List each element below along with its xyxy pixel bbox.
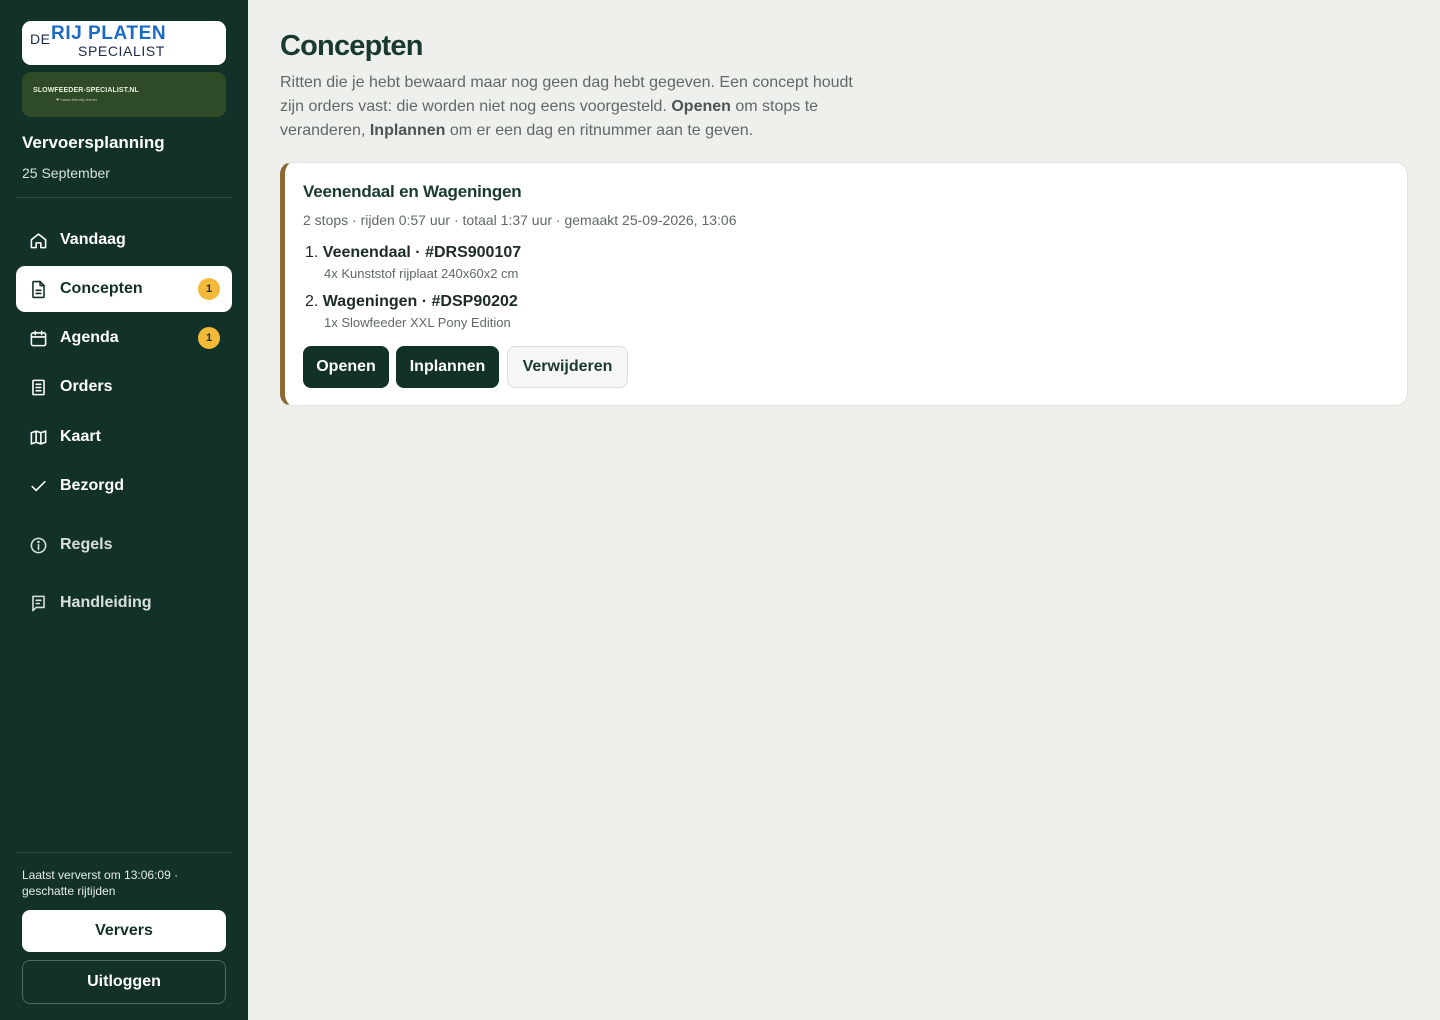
delete-button[interactable]: Verwijderen (507, 346, 628, 388)
check-icon (28, 476, 48, 496)
logo-specialist-text: SPECIALIST (78, 43, 165, 59)
intro-schedule-emphasis: Inplannen (369, 122, 446, 139)
stop-item: 1. Veenendaal · #DRS900107 4x Kunststof … (305, 244, 521, 281)
stop-item: 2. Wageningen · #DSP90202 1x Slowfeeder … (305, 293, 518, 330)
sidebar-item-label: Concepten (60, 280, 143, 297)
sidebar-item-bezorgd[interactable]: Bezorgd (16, 463, 232, 509)
intro-text: om er een dag en ritnummer aan te geven. (445, 122, 754, 139)
app-date: 25 September (22, 165, 110, 181)
intro-open-emphasis: Openen (671, 98, 731, 115)
stop-number: 1. (305, 244, 319, 261)
sidebar-item-regels[interactable]: Regels (16, 522, 232, 568)
sidebar-item-kaart[interactable]: Kaart (16, 414, 232, 460)
banner-text: SLOWFEEDER-SPECIALIST.NL (33, 87, 139, 94)
stop-number: 2. (305, 293, 319, 310)
stop-name: Wageningen · #DSP90202 (322, 293, 518, 310)
sidebar-item-label: Agenda (60, 329, 119, 346)
stop-detail: 1x Slowfeeder XXL Pony Edition (324, 315, 511, 330)
sidebar-item-label: Bezorgd (60, 477, 124, 494)
page-title: Concepten (280, 30, 423, 62)
refresh-status-text: Laatst ververst om 13:06:09 · geschatte … (22, 868, 179, 898)
logo-rij-text: RIJ (51, 23, 83, 44)
page-intro: Ritten die je hebt bewaard maar nog geen… (280, 71, 880, 143)
concept-meta: 2 stops · rijden 0:57 uur · totaal 1:37 … (303, 212, 737, 228)
info-icon (28, 535, 48, 555)
sidebar-item-vandaag[interactable]: Vandaag (16, 217, 232, 263)
sidebar-item-concepten[interactable]: Concepten 1 (16, 266, 232, 312)
slowfeeder-banner[interactable]: SLOWFEEDER-SPECIALIST.NL ❤ horse-friendl… (22, 72, 226, 117)
sidebar-divider (16, 197, 232, 198)
refresh-button[interactable]: Ververs (22, 910, 226, 952)
home-icon (28, 230, 48, 250)
book-icon (28, 593, 48, 613)
concept-card: Veenendaal en Wageningen 2 stops · rijde… (280, 162, 1408, 406)
stop-name: Veenendaal · #DRS900107 (322, 244, 522, 261)
schedule-button[interactable]: Inplannen (396, 346, 499, 388)
logo-de-text: DE (30, 31, 51, 47)
concept-title: Veenendaal en Wageningen (303, 182, 522, 201)
stop-detail: 4x Kunststof rijplaat 240x60x2 cm (324, 266, 519, 281)
brand-logo[interactable]: DE RIJ PLATEN SPECIALIST (22, 21, 226, 65)
sidebar-item-label: Orders (60, 378, 113, 395)
list-icon (28, 377, 48, 397)
logout-button[interactable]: Uitloggen (22, 960, 226, 1004)
calendar-icon (28, 328, 48, 348)
sidebar-item-agenda[interactable]: Agenda 1 (16, 315, 232, 361)
logo-platen-text: PLATEN (88, 23, 167, 44)
open-button[interactable]: Openen (303, 346, 389, 388)
count-badge: 1 (198, 327, 220, 349)
sidebar-item-label: Vandaag (60, 231, 126, 248)
sidebar-item-label: Regels (60, 536, 113, 553)
sidebar-item-handleiding[interactable]: Handleiding (16, 580, 232, 626)
sidebar-item-orders[interactable]: Orders (16, 364, 232, 410)
sidebar-footer-divider (16, 852, 232, 853)
sidebar-item-label: Kaart (60, 428, 101, 445)
sidebar: DE RIJ PLATEN SPECIALIST SLOWFEEDER-SPEC… (0, 0, 248, 1020)
app-title: Vervoersplanning (22, 133, 165, 152)
sidebar-item-label: Handleiding (60, 594, 152, 611)
map-icon (28, 427, 48, 447)
document-icon (28, 279, 48, 299)
count-badge: 1 (198, 278, 220, 300)
banner-subtext: ❤ horse-friendly feeder (56, 97, 98, 102)
